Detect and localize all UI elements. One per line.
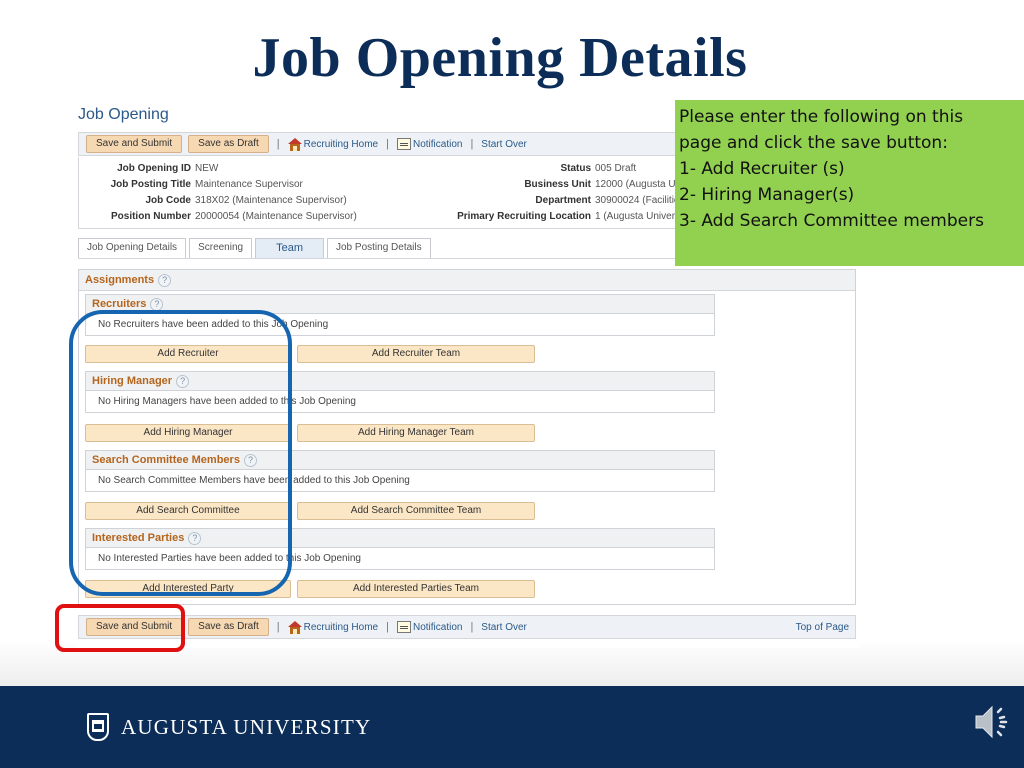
field-department: Department 30900024 (Facilitie — [535, 195, 680, 206]
speaker-icon[interactable] — [972, 700, 1016, 744]
field-position-number: Position Number 20000054 (Maintenance Sup… — [110, 211, 357, 222]
page-tabs: Job Opening Details Screening Team Job P… — [78, 238, 431, 258]
instructions-callout: Please enter the following on this page … — [675, 100, 1024, 266]
slide-title: Job Opening Details — [252, 27, 748, 89]
save-as-draft-button[interactable]: Save as Draft — [188, 135, 269, 153]
notification-label: Notification — [412, 138, 463, 150]
add-interested-parties-team-button[interactable]: Add Interested Parties Team — [297, 580, 535, 598]
save-and-submit-button[interactable]: Save and Submit — [86, 135, 183, 153]
start-over-link[interactable]: Start Over — [481, 622, 527, 633]
notification-icon — [396, 138, 411, 150]
augusta-university-logo: AUGUSTA UNIVERSITY — [87, 713, 371, 741]
separator: | — [470, 138, 474, 150]
house-icon — [287, 620, 302, 634]
page-title: Job Opening — [78, 106, 169, 123]
save-button-highlight — [55, 604, 185, 652]
separator: | — [470, 621, 474, 633]
start-over-link[interactable]: Start Over — [481, 139, 527, 150]
recruiting-home-link[interactable]: Recruiting Home — [287, 137, 379, 151]
assignments-header: Assignments ? — [79, 270, 855, 291]
field-job-opening-id: Job Opening ID NEW — [117, 163, 219, 174]
callout-line: 3- Add Search Committee members — [679, 211, 984, 231]
add-search-committee-team-button[interactable]: Add Search Committee Team — [297, 502, 535, 520]
help-icon[interactable]: ? — [158, 273, 172, 287]
callout-line: page and click the save button: — [679, 133, 948, 153]
callout-line: Please enter the following on this — [679, 107, 964, 127]
field-job-code: Job Code 318X02 (Maintenance Supervisor) — [145, 195, 347, 206]
recruiting-home-link[interactable]: Recruiting Home — [287, 620, 379, 634]
assignments-title: Assignments — [85, 274, 155, 286]
notification-link[interactable]: Notification — [396, 138, 463, 150]
notification-link[interactable]: Notification — [396, 621, 463, 633]
separator: | — [276, 621, 280, 633]
footer-bar: AUGUSTA UNIVERSITY — [0, 686, 1024, 768]
tab-screening[interactable]: Screening — [189, 238, 253, 258]
tab-team[interactable]: Team — [255, 238, 324, 258]
help-icon[interactable]: ? — [150, 297, 164, 311]
add-hiring-manager-team-button[interactable]: Add Hiring Manager Team — [297, 424, 535, 442]
house-icon — [287, 137, 302, 151]
recruiting-home-label: Recruiting Home — [303, 138, 379, 150]
recruiting-home-label: Recruiting Home — [303, 621, 379, 633]
separator: | — [386, 138, 389, 150]
brand-name: AUGUSTA UNIVERSITY — [121, 714, 372, 739]
callout-line: 2- Hiring Manager(s) — [679, 185, 855, 205]
separator: | — [276, 138, 280, 150]
notification-label: Notification — [412, 621, 463, 633]
add-recruiter-team-button[interactable]: Add Recruiter Team — [297, 345, 535, 363]
notification-icon — [396, 621, 411, 633]
callout-line: 1- Add Recruiter (s) — [679, 159, 845, 179]
tab-job-opening-details[interactable]: Job Opening Details — [78, 238, 187, 258]
field-primary-recruiting-location: Primary Recruiting Location 1 (Augusta Un… — [457, 211, 676, 222]
bottom-toolbar: Save and Submit Save as Draft | Recruiti… — [78, 615, 856, 639]
field-business-unit: Business Unit 12000 (Augusta U — [524, 179, 676, 190]
field-job-posting-title: Job Posting Title Maintenance Supervisor — [110, 179, 303, 190]
field-status: Status 005 Draft — [560, 163, 637, 174]
save-as-draft-button[interactable]: Save as Draft — [188, 618, 269, 636]
section-title: Recruiters — [92, 298, 147, 310]
tab-job-posting-details[interactable]: Job Posting Details — [327, 238, 431, 258]
add-buttons-highlight — [69, 310, 292, 596]
separator: | — [386, 621, 389, 633]
shield-icon — [87, 713, 109, 741]
top-of-page-link[interactable]: Top of Page — [796, 622, 849, 633]
